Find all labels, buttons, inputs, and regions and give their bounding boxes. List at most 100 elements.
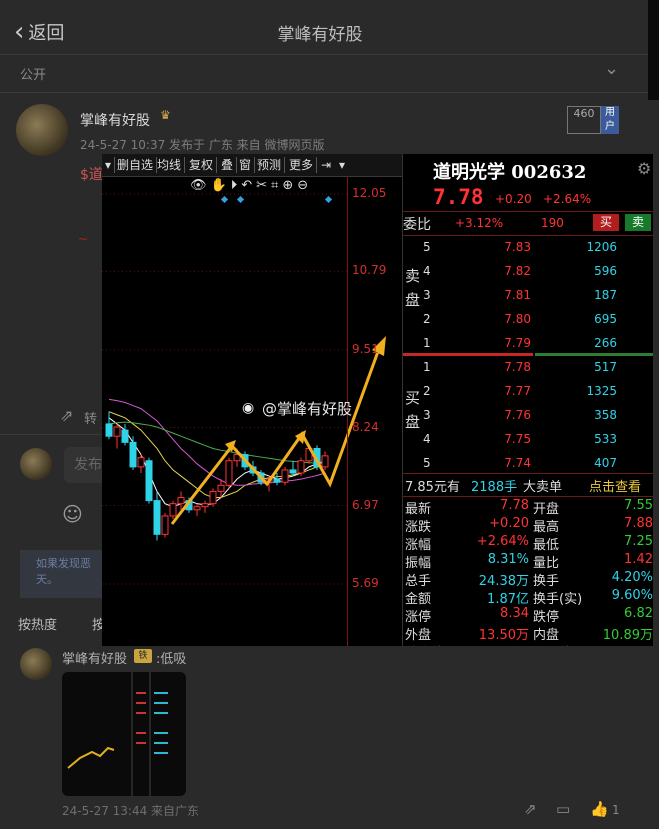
stat-label: 跌停	[533, 610, 560, 625]
order-book-row[interactable]: 2 7.77 1325	[403, 384, 653, 406]
toolbar-btn-window[interactable]: 窗	[236, 157, 256, 173]
reply-avatar[interactable]	[20, 648, 52, 680]
chevron-down-icon[interactable]: ⌄	[604, 58, 619, 79]
buy-button[interactable]: 买	[593, 214, 619, 231]
undo-icon[interactable]: ↶	[241, 178, 252, 193]
scissors-icon[interactable]: ✂	[256, 178, 267, 193]
order-book-row[interactable]: 5 7.83 1206	[403, 240, 653, 262]
divider	[403, 235, 653, 236]
order-book-row[interactable]: 4 7.75 533	[403, 432, 653, 454]
reply-author[interactable]: 掌峰有好股	[62, 648, 127, 667]
stats-row: 振幅 8.31% 量比 1.42	[403, 552, 653, 571]
toolbar-btn-remove-watch[interactable]: 删自选	[114, 157, 158, 173]
order-level: 3	[423, 288, 431, 302]
y-tick-label: 6.97	[352, 497, 379, 512]
stat-value: 42.90亿	[453, 642, 529, 646]
toolbar-btn-predict[interactable]: 预测	[254, 157, 286, 173]
gear-icon[interactable]: ⚙	[637, 159, 651, 178]
order-price: 7.77	[504, 384, 531, 398]
stats-row: 涨跌 +0.20 最高 7.88	[403, 516, 653, 535]
follow-count[interactable]: 460	[567, 106, 601, 134]
order-price: 7.80	[504, 312, 531, 326]
reply-image-thumbnail[interactable]	[62, 672, 186, 796]
order-book-row[interactable]: 3 7.81 187	[403, 288, 653, 310]
author-name[interactable]: 掌峰有好股	[80, 110, 150, 130]
stat-label: 总市值	[405, 642, 444, 646]
order-volume: 517	[594, 360, 617, 374]
chart-toolbar: ▾ 删自选 均线 复权 叠 窗 预测 更多 ⇥ ▾	[102, 154, 402, 177]
sell-button[interactable]: 卖	[625, 214, 651, 231]
order-book-row[interactable]: 5 7.74 407	[403, 456, 653, 478]
bid-ask-bar-red	[403, 353, 533, 356]
candle-body	[121, 429, 129, 443]
follow-tag[interactable]: 用户	[601, 106, 619, 134]
y-tick-label: 12.05	[352, 186, 387, 200]
post-meta: 24-5-27 10:37 发布于 广东 来自 微博网页版	[80, 138, 325, 152]
stat-label: 振幅	[405, 556, 432, 571]
stat-value: 6.82	[624, 606, 653, 621]
expand-icon[interactable]: ⇥	[318, 157, 334, 173]
share-icon[interactable]: ⇗	[60, 406, 73, 425]
stamp-mark: ~	[78, 232, 89, 246]
post-body-text: $道	[80, 167, 103, 183]
order-book-row[interactable]: 2 7.80 695	[403, 312, 653, 334]
order-book-row[interactable]: 3 7.76 358	[403, 408, 653, 430]
stat-label: 涨幅	[405, 538, 432, 553]
stat-value: +2.64%	[476, 534, 529, 549]
hand-icon[interactable]: ✋	[211, 178, 227, 193]
chart-tools: 👁 ✋ ⏵ ↶ ✂ ⌗ ⊕ ⊖	[190, 178, 312, 194]
stat-label: 内盘	[533, 628, 560, 643]
stat-value: 10.89万	[602, 628, 653, 643]
emoji-icon[interactable]: ☺	[62, 502, 83, 526]
stat-value: 13.50万	[478, 628, 529, 643]
watermark: @掌峰有好股	[262, 400, 353, 418]
stock-change-pct: +2.64%	[543, 192, 592, 206]
share-label[interactable]: 转	[84, 408, 97, 427]
event-marker	[220, 195, 229, 204]
view-details-link[interactable]: 点击查看	[589, 476, 641, 495]
y-tick-label: 10.79	[352, 263, 387, 278]
order-book-row[interactable]: 4 7.82 596	[403, 264, 653, 286]
order-book-row[interactable]: 1 7.78 517	[403, 360, 653, 382]
big-order-summary[interactable]: 7.85元有 2188手 大卖单 点击查看	[403, 476, 653, 496]
play-icon[interactable]: ⏵	[231, 178, 238, 193]
stat-label: 涨跌	[405, 520, 432, 535]
crosshair-icon[interactable]: ⌗	[271, 178, 278, 193]
toolbar-btn-more[interactable]: 更多	[286, 157, 318, 173]
candle-body	[105, 423, 113, 437]
stats-row: 金额 1.87亿 换手(实) 9.60%	[403, 588, 653, 607]
share-icon[interactable]: ⇗	[524, 800, 537, 818]
like-icon[interactable]: 👍	[590, 800, 609, 818]
stock-price: 7.78	[433, 185, 484, 209]
toolbar-btn-ma[interactable]: 均线	[154, 157, 186, 173]
stat-value: 24.38万	[478, 574, 529, 589]
toolbar-btn-overlay[interactable]: 叠	[218, 157, 238, 173]
comment-icon[interactable]: ▭	[556, 800, 570, 818]
candle-body	[321, 455, 329, 468]
stat-value: 7.78	[500, 498, 529, 513]
stock-screenshot[interactable]: ▾ 删自选 均线 复权 叠 窗 预测 更多 ⇥ ▾ 👁 ✋ ⏵ ↶ ✂ ⌗ ⊕ ⊖ 12.05…	[102, 154, 653, 646]
candle-body	[137, 457, 145, 468]
big-order-volume: 2188手	[471, 480, 518, 495]
author-avatar[interactable]	[16, 104, 68, 156]
stat-value: 8.34	[500, 606, 529, 621]
zoom-out-icon[interactable]: ⊖	[297, 178, 308, 193]
eye-icon[interactable]: 👁	[190, 178, 207, 193]
stat-value: 9.60%	[611, 588, 653, 603]
order-volume: 187	[594, 288, 617, 302]
visibility-label: 公开	[20, 68, 47, 83]
stat-label: 最新	[405, 502, 432, 517]
bid-ask-bar-green	[535, 353, 653, 356]
reply-text: :低吸	[156, 652, 187, 667]
thumbnail-chart	[62, 672, 186, 796]
stat-label: 流通值	[533, 642, 572, 646]
event-marker	[236, 195, 245, 204]
tab-sort-hot[interactable]: 按热度	[18, 614, 57, 633]
zoom-in-icon[interactable]: ⊕	[282, 178, 293, 193]
candle-body	[177, 497, 185, 505]
stat-value: 8.31%	[487, 552, 529, 567]
divider	[0, 92, 648, 93]
toolbar-btn-adjust[interactable]: 复权	[186, 157, 218, 173]
chevron-down-icon[interactable]: ▾	[336, 157, 348, 173]
candle-body	[297, 460, 305, 474]
